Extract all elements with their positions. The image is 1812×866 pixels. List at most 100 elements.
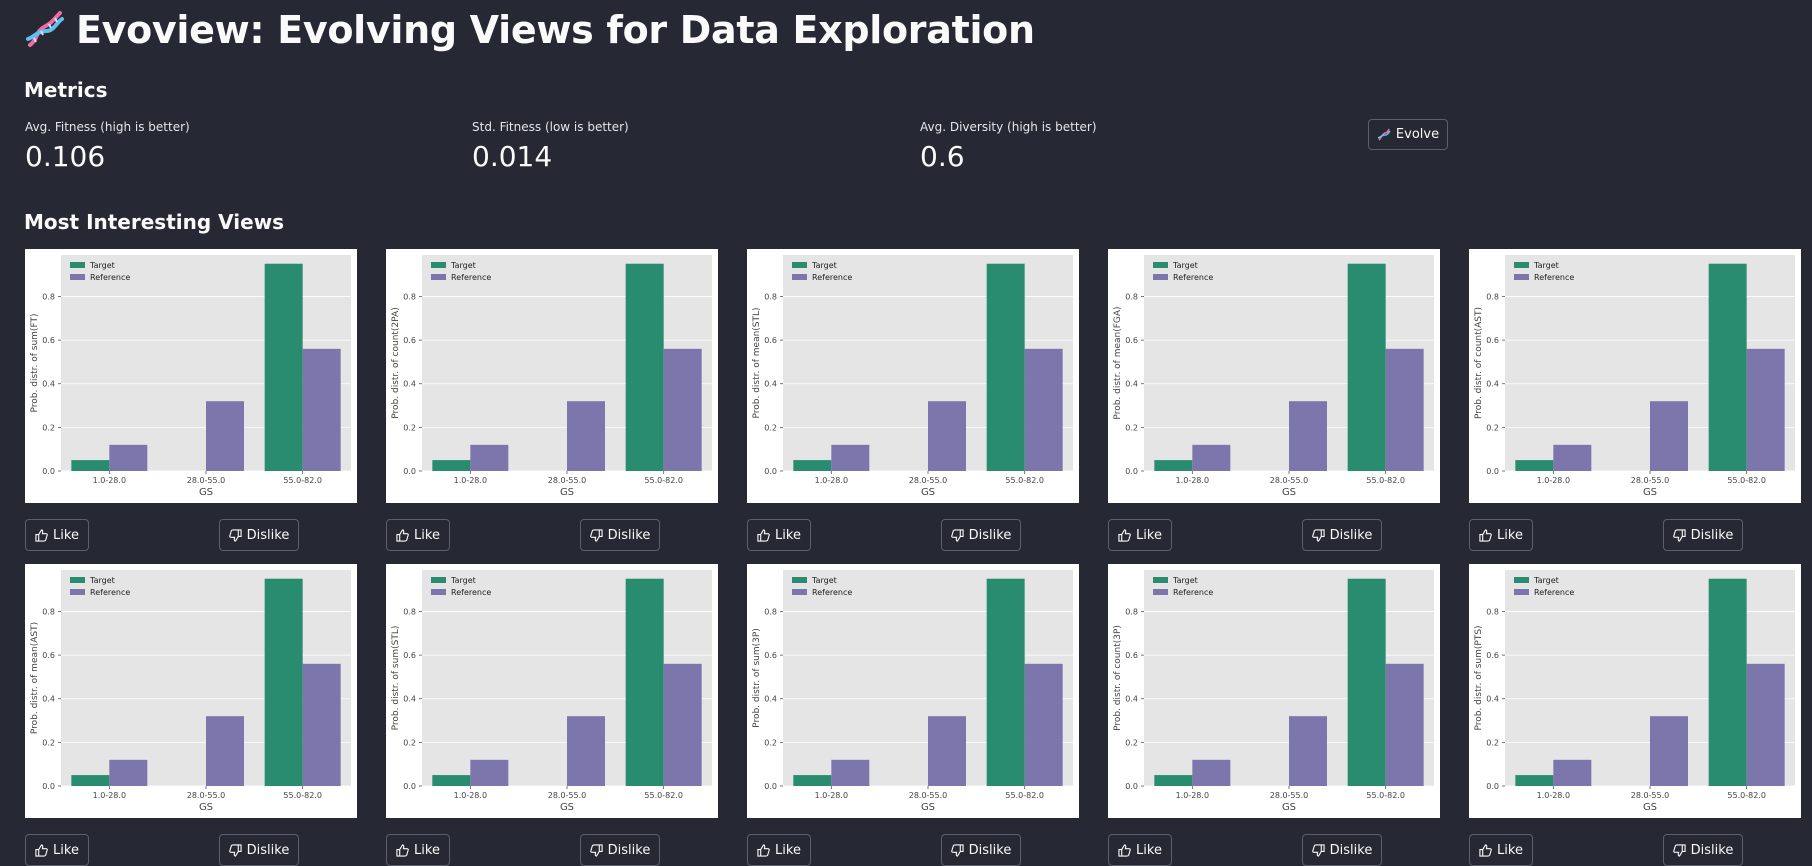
y-tick-label: 0.6 [764,336,777,345]
thumbs-down-icon [1311,528,1325,542]
y-tick-label: 0.2 [403,423,416,432]
x-tick-label: 55.0-82.0 [644,791,683,800]
like-button[interactable]: Like [747,519,811,551]
dislike-label: Dislike [607,842,651,858]
target-bar [1347,578,1386,786]
dna-icon [1377,128,1391,141]
bar-chart: 0.0 0.2 0.4 0.6 0.8 1.0-28.0 28.0-55.0 55.0-82.… [391,570,712,813]
like-label: Like [1497,527,1523,543]
reference-bar [831,759,870,786]
dislike-button[interactable]: Dislike [1663,834,1743,866]
thumbs-down-icon [950,843,964,857]
legend-swatch [792,262,807,268]
dislike-label: Dislike [968,527,1012,543]
dislike-button[interactable]: Dislike [580,834,660,866]
y-tick-label: 0.0 [42,467,55,476]
x-tick-label: 55.0-82.0 [283,791,322,800]
bar-chart: 0.0 0.2 0.4 0.6 0.8 1.0-28.0 28.0-55.0 55.0-82.… [1474,570,1795,813]
target-bar [1708,578,1747,786]
legend-label: Reference [1534,588,1574,597]
x-tick-label: 1.0-28.0 [815,791,848,800]
evolve-button[interactable]: Evolve [1368,119,1448,150]
dislike-label: Dislike [1690,527,1734,543]
target-bar [1154,775,1193,786]
dislike-button[interactable]: Dislike [1302,519,1382,551]
thumbs-up-icon [1118,843,1131,857]
dislike-button[interactable]: Dislike [1302,834,1382,866]
y-tick-label: 0.0 [764,467,777,476]
y-tick-label: 0.8 [764,292,777,301]
y-tick-label: 0.8 [1486,607,1499,616]
reference-bar [1650,401,1688,471]
legend-label: Target [1172,261,1198,270]
dislike-button[interactable]: Dislike [941,519,1021,551]
like-button[interactable]: Like [25,519,89,551]
y-tick-label: 0.2 [403,738,416,747]
y-tick-label: 0.0 [1125,782,1138,791]
dna-icon [26,11,64,47]
reference-bar [928,401,966,471]
like-button[interactable]: Like [386,834,450,866]
x-tick-label: 28.0-55.0 [187,476,226,485]
thumbs-down-icon [1311,843,1325,857]
metric-avg-diversity: Avg. Diversity (high is better) 0.6 [920,120,1097,173]
y-axis-label: Prob. distr. of count(2PA) [391,307,401,418]
like-label: Like [414,527,440,543]
y-axis-label: Prob. distr. of sum(STL) [391,626,401,731]
dislike-button[interactable]: Dislike [1663,519,1743,551]
like-label: Like [1497,842,1523,858]
reference-bar [663,663,702,786]
metric-label: Avg. Diversity (high is better) [920,120,1097,134]
target-bar [793,775,832,786]
x-tick-label: 1.0-28.0 [1537,791,1570,800]
like-button[interactable]: Like [1108,519,1172,551]
dislike-button[interactable]: Dislike [219,834,299,866]
x-tick-label: 55.0-82.0 [1005,476,1044,485]
x-tick-label: 1.0-28.0 [1176,476,1209,485]
y-axis-label: Prob. distr. of mean(STL) [752,307,762,418]
dislike-button[interactable]: Dislike [580,519,660,551]
view-card: 0.0 0.2 0.4 0.6 0.8 1.0-28.0 28.0-55.0 55.0-82.… [386,249,718,503]
like-button[interactable]: Like [1108,834,1172,866]
dislike-button[interactable]: Dislike [941,834,1021,866]
like-button[interactable]: Like [747,834,811,866]
reference-bar [1024,348,1063,471]
like-label: Like [1136,527,1162,543]
like-button[interactable]: Like [1469,519,1533,551]
target-bar [264,263,303,471]
dislike-label: Dislike [1690,842,1734,858]
legend-label: Target [450,576,476,585]
reference-bar [1289,716,1327,786]
reference-bar [1650,716,1688,786]
thumbs-down-icon [589,843,603,857]
reference-bar [1553,444,1592,471]
target-bar [1515,460,1554,471]
metric-value: 0.106 [25,140,106,173]
like-button[interactable]: Like [386,519,450,551]
legend-label: Target [1533,261,1559,270]
like-button[interactable]: Like [25,834,89,866]
legend-label: Reference [1173,273,1213,282]
views-heading: Most Interesting Views [24,210,285,234]
reference-bar [567,716,605,786]
reference-bar [1385,348,1424,471]
evolve-label: Evolve [1395,127,1440,142]
reference-bar [1746,348,1785,471]
reference-bar [109,444,148,471]
legend-swatch [1514,589,1529,595]
y-tick-label: 0.0 [1486,467,1499,476]
x-tick-label: 28.0-55.0 [1270,476,1309,485]
legend-label: Target [811,576,837,585]
x-tick-label: 28.0-55.0 [909,476,948,485]
y-axis-label: Prob. distr. of count(3P) [1113,625,1123,731]
like-button[interactable]: Like [1469,834,1533,866]
metric-avg-fitness: Avg. Fitness (high is better) 0.106 [25,120,190,173]
thumbs-up-icon [1479,528,1492,542]
target-bar [625,578,664,786]
y-tick-label: 0.6 [1125,651,1138,660]
y-tick-label: 0.4 [764,695,777,704]
y-tick-label: 0.6 [1486,336,1499,345]
dislike-button[interactable]: Dislike [219,519,299,551]
x-tick-label: 1.0-28.0 [454,476,487,485]
y-tick-label: 0.2 [1486,738,1499,747]
